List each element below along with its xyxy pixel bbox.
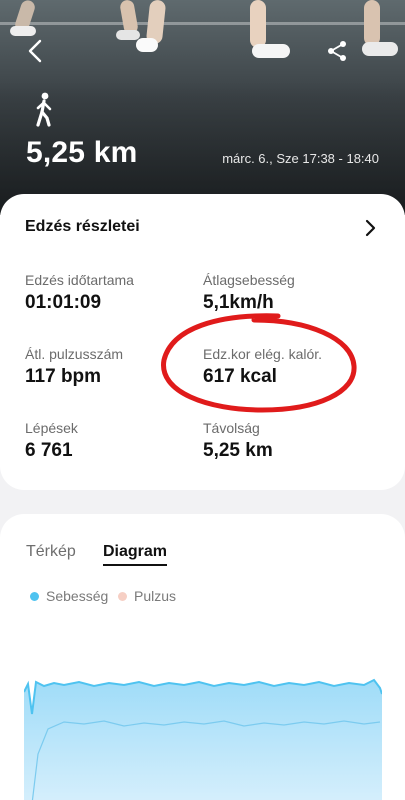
stat-value: 6 761 — [25, 440, 73, 461]
stat-value: 01:01:09 — [25, 292, 102, 313]
chart-card: Térkép Diagram Sebesség Pulzus — [0, 514, 405, 800]
tab-diagram[interactable]: Diagram — [103, 543, 168, 566]
chevron-right-icon[interactable] — [360, 218, 380, 238]
stat-steps: Lépések 6 761 — [25, 420, 78, 462]
walking-person-icon — [30, 92, 58, 128]
legend-label: Sebesség — [46, 588, 109, 604]
stat-label: Lépések — [25, 420, 78, 436]
stat-calories: Edz.kor elég. kalór. 617 kcal — [203, 346, 322, 388]
stat-value: 5,25 km — [203, 440, 273, 461]
runner-shoe — [362, 42, 398, 56]
legend-dot-heart-rate — [118, 591, 127, 601]
road-line — [0, 22, 405, 25]
stat-duration: Edzés időtartama 01:01:09 — [25, 272, 134, 314]
runner-shoe — [116, 30, 140, 40]
runner-shoe — [252, 44, 290, 58]
runner-leg — [364, 0, 380, 46]
tab-map[interactable]: Térkép — [26, 543, 76, 561]
stat-avg-heart-rate: Átl. pulzusszám 117 bpm — [25, 346, 123, 388]
stat-label: Átl. pulzusszám — [25, 346, 124, 362]
legend-dot-speed — [30, 591, 39, 601]
stat-avg-speed: Átlagsebesség 5,1km/h — [203, 272, 295, 314]
stat-label: Távolság — [203, 420, 260, 436]
stat-value: 117 bpm — [25, 366, 102, 387]
workout-datetime: márc. 6., Sze 17:38 - 18:40 — [222, 151, 379, 166]
speed-chart — [24, 678, 382, 800]
stat-label: Edz.kor elég. kalór. — [203, 346, 323, 362]
runner-shoe — [10, 26, 36, 36]
hero-banner: 5,25 km márc. 6., Sze 17:38 - 18:40 — [0, 0, 405, 215]
workout-details-card: Edzés részletei Edzés időtartama 01:01:0… — [0, 194, 405, 490]
runner-shoe — [136, 38, 158, 52]
legend-speed[interactable]: Sebesség — [30, 588, 108, 604]
legend-label: Pulzus — [134, 588, 177, 604]
legend-heart-rate[interactable]: Pulzus — [118, 588, 176, 604]
hero-distance: 5,25 km — [26, 136, 138, 169]
back-arrow-icon[interactable] — [22, 38, 48, 64]
speed-area — [24, 680, 382, 800]
details-title[interactable]: Edzés részletei — [25, 218, 140, 236]
stat-value: 617 kcal — [203, 366, 277, 387]
stat-label: Átlagsebesség — [203, 272, 295, 288]
runner-leg — [250, 0, 266, 48]
share-icon[interactable] — [324, 38, 350, 64]
stat-distance: Távolság 5,25 km — [203, 420, 273, 462]
stat-value: 5,1km/h — [203, 292, 274, 313]
stat-label: Edzés időtartama — [25, 272, 134, 288]
